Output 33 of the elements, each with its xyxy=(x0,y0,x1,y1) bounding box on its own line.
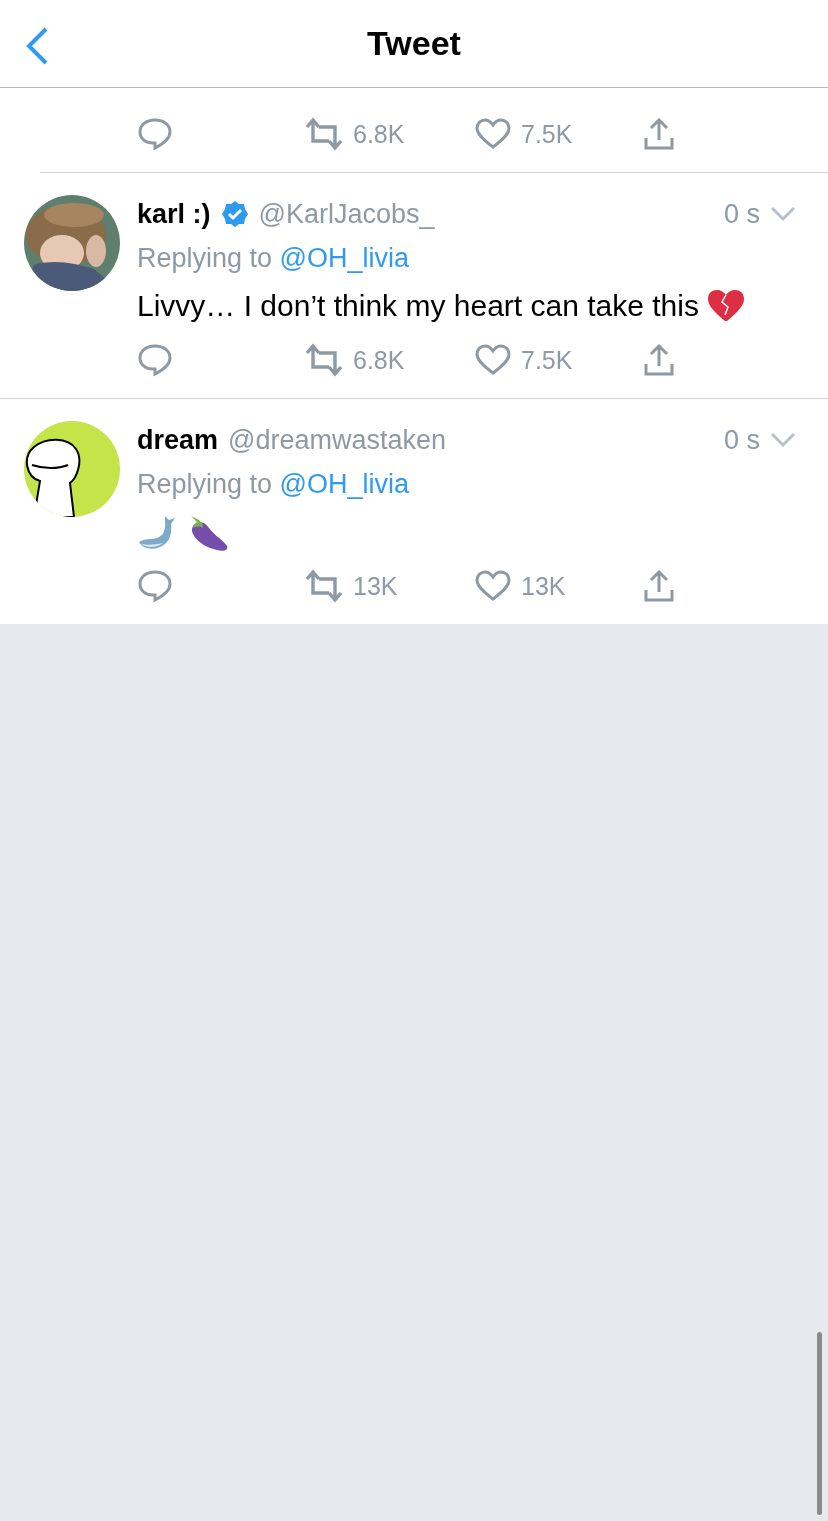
retweet-icon[interactable] xyxy=(305,117,343,151)
heart-icon[interactable] xyxy=(475,570,511,602)
scrollbar[interactable] xyxy=(817,1332,822,1515)
timestamp: 0 s xyxy=(723,198,760,230)
user-handle: @dreamwastaken xyxy=(228,424,448,456)
chevron-down-icon[interactable] xyxy=(770,206,796,222)
retweet-icon[interactable] xyxy=(305,569,343,603)
like-count: 7.5K xyxy=(521,119,573,149)
chevron-down-icon[interactable] xyxy=(770,432,796,448)
tweet-text: Livvy… I don’t think my heart can take this xyxy=(137,289,699,323)
back-icon[interactable] xyxy=(24,26,50,66)
replying-to-text: Replying to @OH_livia xyxy=(137,469,411,500)
reply-icon[interactable] xyxy=(137,568,173,604)
heart-icon[interactable] xyxy=(475,344,511,376)
reply-icon[interactable] xyxy=(137,116,173,152)
like-count: 7.5K xyxy=(521,345,573,375)
share-icon[interactable] xyxy=(643,344,675,376)
user-name[interactable]: dream xyxy=(137,424,219,456)
user-handle: @KarlJacobs_ xyxy=(258,198,436,230)
heart-icon[interactable] xyxy=(475,118,511,150)
replying-to-text: Replying to @OH_livia xyxy=(137,243,411,274)
share-icon[interactable] xyxy=(643,118,675,150)
timestamp: 0 s xyxy=(723,424,760,456)
retweet-count: 6.8K xyxy=(353,119,405,149)
user-name[interactable]: karl :) xyxy=(137,198,211,230)
broken-heart-icon xyxy=(706,289,745,323)
page-title: Tweet xyxy=(367,24,461,63)
retweet-count: 6.8K xyxy=(353,345,405,375)
reply-icon[interactable] xyxy=(137,342,173,378)
retweet-count: 13K xyxy=(353,571,398,601)
retweet-icon[interactable] xyxy=(305,343,343,377)
share-icon[interactable] xyxy=(643,570,675,602)
like-count: 13K xyxy=(521,571,566,601)
